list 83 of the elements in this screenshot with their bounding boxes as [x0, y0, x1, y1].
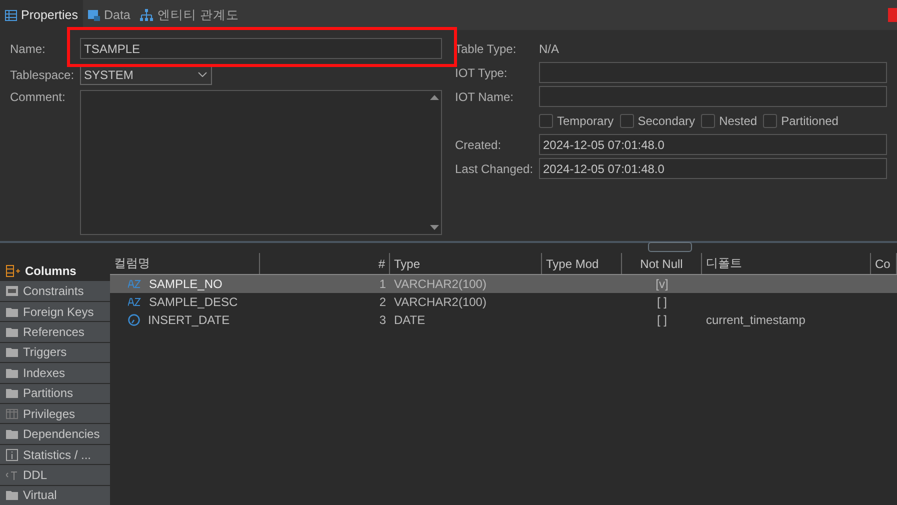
checkbox[interactable]	[620, 114, 634, 128]
table-icon	[5, 10, 17, 20]
folder-icon	[6, 429, 18, 440]
sidebar-item[interactable]: Indexes	[0, 363, 110, 383]
info-icon	[6, 448, 18, 460]
checkbox-label: Secondary	[638, 114, 696, 128]
collapse-toggle-button[interactable]	[648, 242, 692, 252]
sidebar-item[interactable]: Foreign Keys	[0, 302, 110, 322]
field-label: Comment:	[10, 90, 66, 104]
table-cell-text: [ ]	[656, 295, 668, 309]
folder-icon	[6, 347, 18, 358]
column-header[interactable]: Type Mod	[542, 253, 622, 274]
last-changed-field[interactable]: 2024-12-05 07:01:48.0	[539, 158, 887, 179]
checkbox[interactable]	[763, 114, 778, 128]
folder-icon	[6, 326, 18, 337]
sidebar-item[interactable]: Partitions	[0, 384, 110, 403]
table-row[interactable]: SAMPLE_DESC 2 VARCHAR2(100) [ ]	[110, 293, 897, 311]
text-type-icon	[128, 280, 141, 288]
sidebar-item[interactable]: Virtual	[0, 486, 110, 505]
column-header[interactable]: Type	[390, 253, 542, 274]
sidebar-item[interactable]: Dependencies	[0, 424, 110, 444]
checkbox-label: Temporary	[557, 114, 614, 128]
column-header[interactable]: Not Null	[622, 253, 702, 274]
field-label: Table Type:	[455, 42, 518, 56]
table-cell-text: [v]	[654, 277, 670, 291]
editor-tab[interactable]: Data	[82, 0, 136, 30]
field-label: Created:	[455, 138, 502, 152]
editor-tab[interactable]: 엔티티 관계도	[135, 0, 244, 30]
table-cell-text: current_timestamp	[705, 313, 806, 327]
folder-icon	[6, 490, 18, 500]
folder-icon	[6, 306, 18, 317]
grid-icon	[6, 408, 18, 419]
table-cell-text: SAMPLE_DESC	[148, 295, 239, 309]
sidebar-item[interactable]: Statistics / ...	[0, 444, 110, 464]
clock-icon	[128, 314, 140, 326]
sidebar-item[interactable]: References	[0, 322, 110, 342]
constraint-icon	[6, 286, 18, 296]
sidebar-item[interactable]: Triggers	[0, 342, 110, 362]
created-field[interactable]: 2024-12-05 07:01:48.0	[539, 134, 887, 155]
field-label: Name:	[10, 42, 46, 56]
hierarchy-icon	[140, 9, 154, 21]
status-icon	[888, 8, 897, 22]
comment-field[interactable]	[80, 90, 442, 235]
table-row[interactable]: INSERT_DATE 3 DATE [ ] current_timestamp	[110, 311, 897, 329]
text-type-icon	[128, 298, 141, 306]
folder-icon	[6, 368, 18, 378]
checkbox[interactable]	[539, 114, 553, 128]
checkbox-label: Nested	[719, 114, 758, 128]
table-cell-text: SAMPLE_NO	[148, 277, 224, 291]
checkbox[interactable]	[701, 114, 716, 128]
field-label: Last Changed:	[455, 162, 534, 176]
field-label: IOT Name:	[455, 90, 514, 104]
column-header[interactable]: Co	[871, 253, 897, 274]
name-field[interactable]: TSAMPLE	[80, 38, 442, 59]
table-cell-text: [ ]	[656, 313, 668, 327]
scroll-up-icon[interactable]	[430, 95, 438, 100]
data-grid-icon	[88, 10, 100, 20]
iot-name-field[interactable]	[539, 86, 887, 107]
sidebar-item[interactable]: Constraints	[0, 281, 110, 301]
columns-icon	[6, 264, 20, 277]
chevron-down-icon	[198, 72, 207, 77]
ddl-icon	[6, 470, 18, 480]
sidebar-item[interactable]: DDL	[0, 465, 110, 485]
iot-type-field[interactable]	[539, 62, 887, 83]
table-row[interactable]: SAMPLE_NO 1 VARCHAR2(100) [v]	[110, 275, 897, 293]
table-cell-text: VARCHAR2(100)	[393, 277, 488, 291]
table-cell-text: DATE	[393, 313, 426, 327]
column-header[interactable]: 디폴트	[702, 253, 871, 274]
field-label: Tablespace:	[10, 68, 76, 82]
table-cell-text: 3	[378, 313, 387, 327]
field-label: IOT Type:	[455, 66, 508, 80]
column-header[interactable]: 컬럼명	[110, 253, 260, 274]
scroll-down-icon[interactable]	[430, 225, 438, 230]
table-cell-text: 1	[378, 277, 387, 291]
table-cell-text: INSERT_DATE	[147, 313, 231, 327]
sidebar-item[interactable]: Privileges	[0, 404, 110, 424]
column-header[interactable]: #	[260, 253, 390, 274]
checkbox-label: Partitioned	[781, 114, 838, 128]
table-cell-text: 2	[378, 295, 387, 309]
table-cell-text: VARCHAR2(100)	[393, 295, 488, 309]
editor-tab[interactable]: Properties	[0, 0, 83, 30]
folder-icon	[6, 388, 18, 398]
table-type-value: N/A	[539, 42, 560, 56]
